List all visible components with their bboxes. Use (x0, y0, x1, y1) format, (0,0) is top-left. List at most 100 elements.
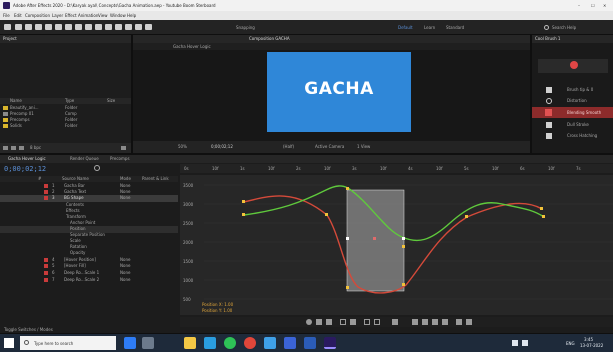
volume-icon[interactable] (522, 340, 528, 346)
brush-tool-icon[interactable] (105, 24, 112, 30)
views-select[interactable]: 1 View (357, 144, 370, 149)
time-ruler[interactable]: 0s 10f 1s 10f 2s 10f 3s 10f 4s 10f 5s 10… (180, 164, 613, 173)
menu-animation[interactable]: Animation (78, 13, 98, 18)
selection-tool-icon[interactable] (15, 24, 22, 30)
zoom-select[interactable]: 50% (178, 144, 187, 149)
type-tool-icon[interactable] (95, 24, 102, 30)
pen-tool-icon[interactable] (85, 24, 92, 30)
language-indicator[interactable]: ENG (566, 341, 575, 346)
home-icon[interactable] (4, 24, 11, 30)
timeline-tab-render[interactable]: Render Queue (70, 156, 99, 161)
workspace-standard[interactable]: Standard (446, 25, 464, 30)
list-item[interactable]: Brush tip & 0 (532, 85, 613, 95)
easy-ease-in-icon[interactable] (456, 319, 462, 325)
table-row[interactable]: 7 Deep Ro...Scale 2 None (0, 277, 178, 284)
column-source-name[interactable]: Source Name (62, 176, 89, 181)
menu-edit[interactable]: Edit (14, 13, 22, 18)
menu-help[interactable]: Help (127, 13, 136, 18)
clock-time[interactable]: 3:45 (584, 337, 593, 342)
menu-window[interactable]: Window (110, 13, 126, 18)
column-size[interactable]: Size (107, 98, 115, 103)
search-icon[interactable] (544, 25, 549, 30)
search-icon[interactable] (94, 165, 100, 171)
column-type[interactable]: Type (65, 98, 74, 103)
start-icon[interactable] (4, 338, 14, 348)
snap-icon[interactable] (350, 319, 356, 325)
eye-icon[interactable] (306, 319, 312, 325)
column-mode[interactable]: Mode (120, 176, 131, 181)
zoom-tool-icon[interactable] (35, 24, 42, 30)
column-name[interactable]: Name (10, 98, 22, 103)
workspace-default[interactable]: Default (398, 25, 413, 30)
network-icon[interactable] (512, 340, 518, 346)
list-item[interactable]: Dull Stroke (532, 120, 613, 130)
fit-selection-icon[interactable] (364, 319, 370, 325)
snapping-label[interactable]: Snapping (236, 25, 255, 30)
word-icon[interactable] (304, 337, 316, 349)
interpret-footage-icon[interactable] (3, 146, 8, 150)
search-box[interactable]: Type here to search (20, 336, 116, 350)
separate-dimensions-icon[interactable] (392, 319, 398, 325)
trash-icon[interactable] (121, 146, 126, 150)
close-button[interactable]: ✕ (603, 3, 606, 8)
resolution-select[interactable]: (Half) (283, 144, 294, 149)
project-tab[interactable]: Project (3, 36, 17, 41)
right-panel-tab[interactable]: Cool Brush 1 (535, 36, 560, 41)
list-item[interactable]: Blending Smooth (532, 107, 613, 118)
bpc-label[interactable]: 8 bpc (30, 145, 41, 150)
edge-icon[interactable] (204, 337, 216, 349)
rotate-tool-icon[interactable] (45, 24, 52, 30)
hold-icon[interactable] (422, 319, 428, 325)
easy-ease-out-icon[interactable] (466, 319, 472, 325)
hand-tool-icon[interactable] (25, 24, 32, 30)
workspace-learn[interactable]: Learn (424, 25, 435, 30)
column-parent[interactable]: Parent & Link (142, 176, 169, 181)
search-help[interactable]: Search Help (552, 25, 576, 30)
puppet-tool-icon[interactable] (145, 24, 152, 30)
table-row[interactable]: 5 [Hover Fill] None (0, 263, 178, 270)
rectangle-tool-icon[interactable] (75, 24, 82, 30)
menu-file[interactable]: File (3, 13, 10, 18)
whatsapp-icon[interactable] (224, 337, 236, 349)
auto-bezier-icon[interactable] (432, 319, 438, 325)
graph-canvas[interactable] (180, 175, 613, 315)
maximize-button[interactable]: ☐ (591, 3, 595, 8)
graph-type-icon[interactable] (316, 319, 322, 325)
menu-effect[interactable]: Effect (65, 13, 77, 18)
timeline-tab-precomps[interactable]: Precomps (110, 156, 130, 161)
toggle-switches-label[interactable]: Toggle Switches / Modes (4, 327, 53, 332)
roto-tool-icon[interactable] (135, 24, 142, 30)
app-icon[interactable] (264, 337, 276, 349)
chrome-icon[interactable] (244, 337, 256, 349)
pan-behind-tool-icon[interactable] (65, 24, 72, 30)
graph-options-icon[interactable] (326, 319, 332, 325)
timeline-tab-gacha[interactable]: Gacha Hover Logic (8, 156, 46, 161)
table-row[interactable]: Opacity (0, 250, 178, 257)
menu-layer[interactable]: Layer (52, 13, 63, 18)
task-view-icon[interactable] (142, 337, 154, 349)
graph-editor[interactable]: 3500 3000 2500 2000 1500 1000 500 Positi… (180, 175, 613, 315)
clock-date[interactable]: 13-07-2022 (580, 343, 603, 348)
eraser-tool-icon[interactable] (125, 24, 132, 30)
new-folder-icon[interactable] (11, 146, 16, 150)
cortana-icon[interactable] (124, 337, 136, 349)
comp-viewer[interactable]: GACHA (267, 52, 411, 132)
list-item[interactable]: Solids Folder (0, 123, 131, 130)
app-icon[interactable] (284, 337, 296, 349)
menu-view[interactable]: View (98, 13, 108, 18)
easy-ease-icon[interactable] (442, 319, 448, 325)
minimize-button[interactable]: – (578, 3, 580, 8)
table-row[interactable]: 3 BG Shape None (0, 195, 178, 202)
show-transform-box-icon[interactable] (340, 319, 346, 325)
file-explorer-icon[interactable] (184, 337, 196, 349)
list-item[interactable]: Distortion (532, 96, 613, 106)
menu-composition[interactable]: Composition (25, 13, 50, 18)
after-effects-icon[interactable] (324, 337, 336, 349)
camera-select[interactable]: Active Camera (315, 144, 344, 149)
comp-timecode[interactable]: 0;00;02;12 (211, 144, 233, 149)
new-comp-icon[interactable] (19, 146, 24, 150)
table-row[interactable]: 6 Deep Ro...Scale 1 None (0, 270, 178, 277)
list-item[interactable]: Cross Hatching (532, 131, 613, 141)
camera-tool-icon[interactable] (55, 24, 62, 30)
edit-keyframe-icon[interactable] (412, 319, 418, 325)
